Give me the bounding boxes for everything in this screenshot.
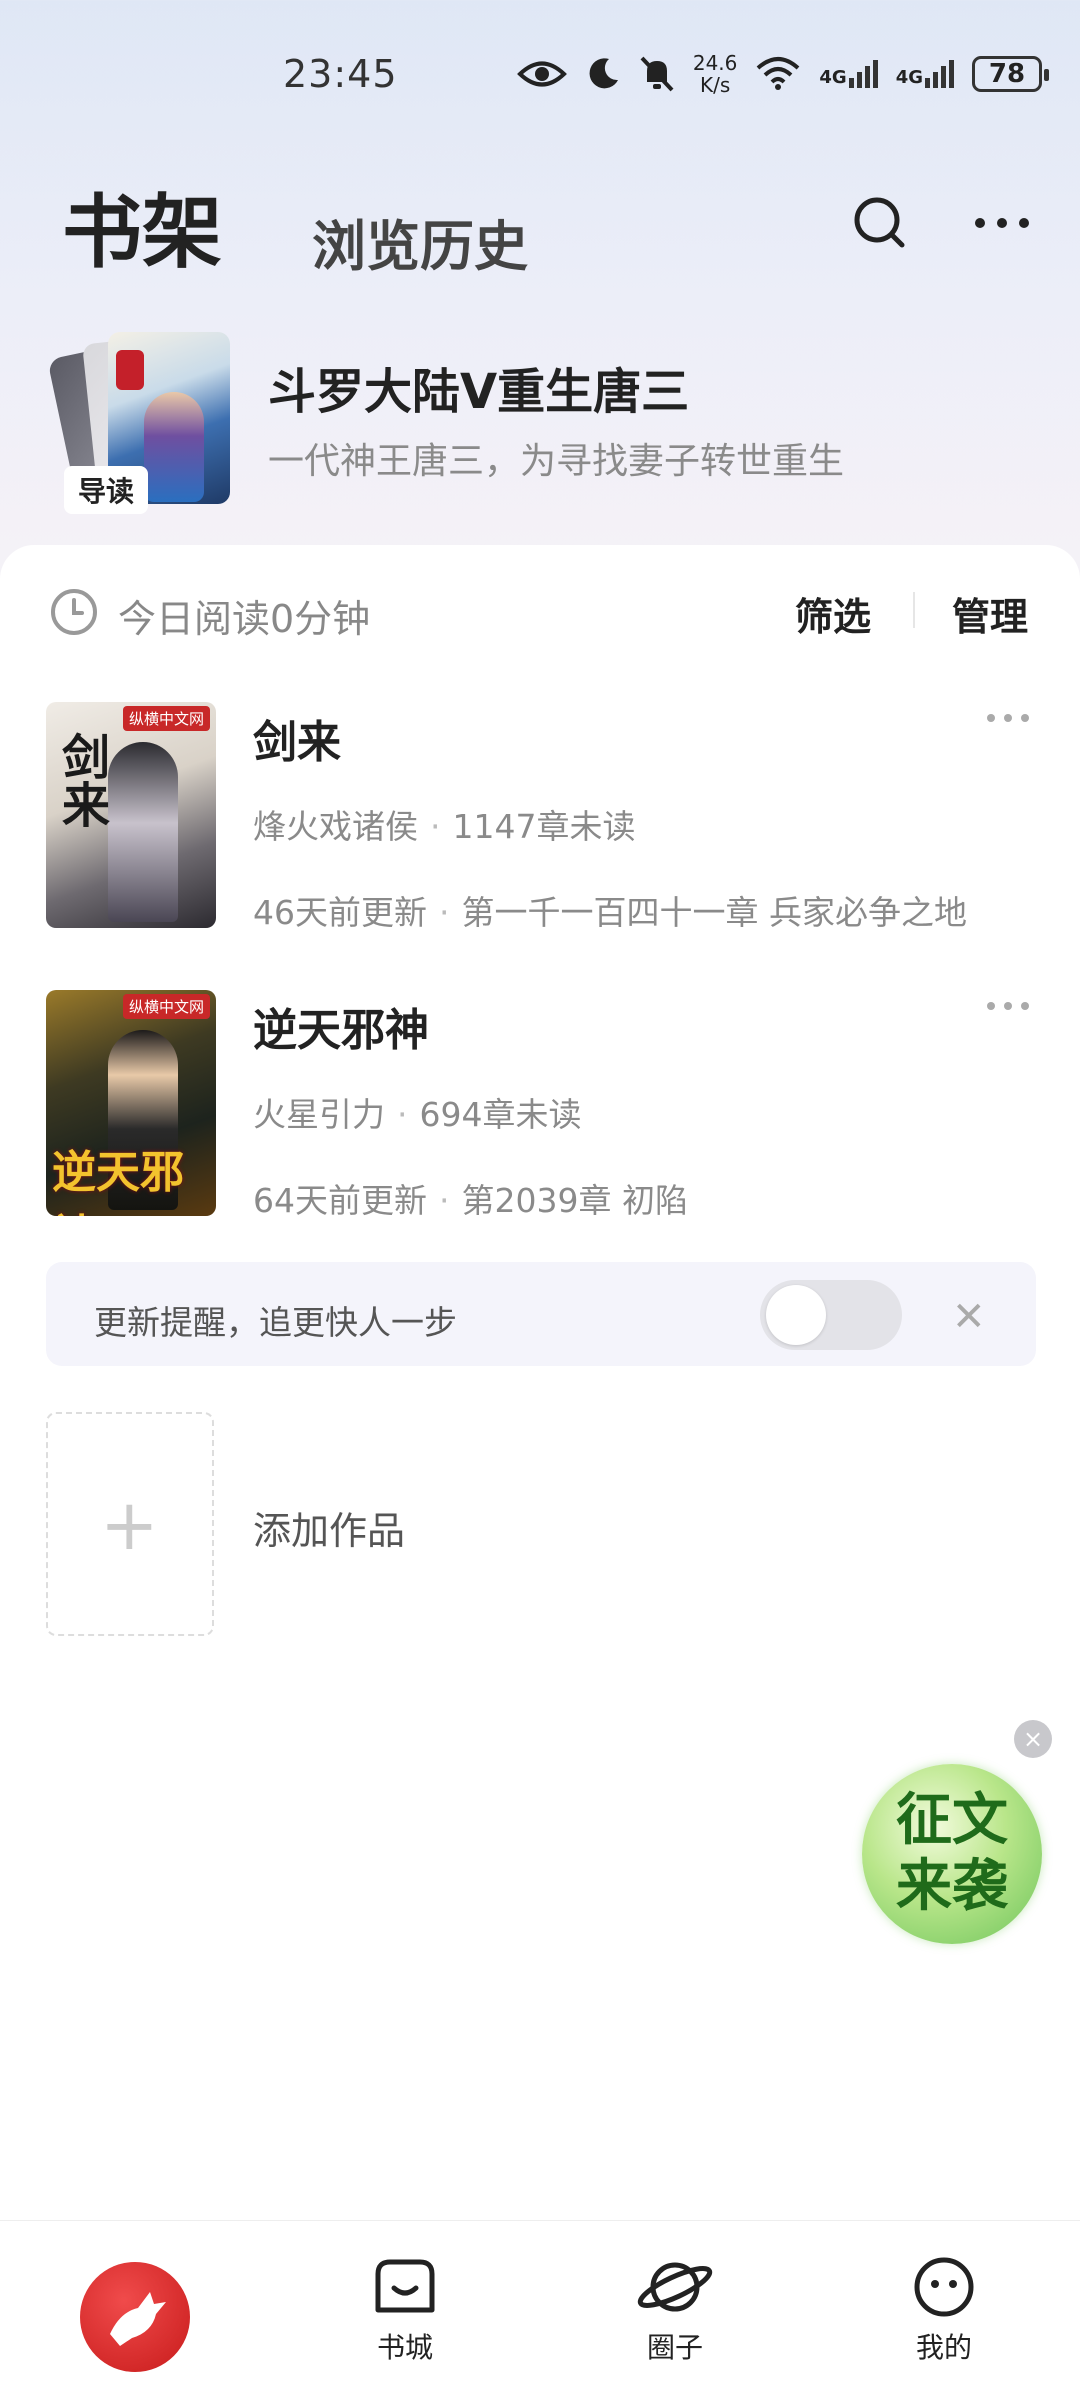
unread-count: 1147章未读 xyxy=(452,807,636,846)
separator-dot: · xyxy=(430,807,441,846)
separator-dot: · xyxy=(439,1181,450,1220)
close-icon[interactable]: ✕ xyxy=(952,1294,986,1340)
nav-circle[interactable]: 圈子 xyxy=(615,2256,735,2366)
cover-figure xyxy=(108,742,178,922)
unread-count: 694章未读 xyxy=(419,1095,582,1134)
book-author-line: 火星引力 · 694章未读 xyxy=(253,1088,582,1136)
speed-unit: K/s xyxy=(699,73,731,97)
close-icon[interactable]: × xyxy=(1014,1720,1052,1758)
badge-line-2: 来袭 xyxy=(896,1854,1008,1919)
update-time: 46天前更新 xyxy=(253,893,427,932)
status-time: 23:45 xyxy=(283,52,398,96)
badge-line-1: 征文 xyxy=(896,1788,1008,1853)
book-update-line: 46天前更新 · 第一千一百四十一章 兵家必争之地 xyxy=(253,886,967,934)
battery-indicator: 78 xyxy=(972,56,1049,92)
cover-publisher-logo: 纵横中文网 xyxy=(122,706,210,731)
search-icon[interactable] xyxy=(852,195,908,251)
speed-value: 24.6 xyxy=(692,51,738,75)
signal-bars-icon xyxy=(925,60,954,88)
status-icons: 24.6 K/s 4G 4G 78 xyxy=(516,52,1049,96)
contest-floating-badge[interactable]: 征文 来袭 xyxy=(862,1764,1042,1944)
toolbar-divider xyxy=(913,592,915,628)
separator-dot: · xyxy=(439,893,450,932)
cover-emblem xyxy=(116,350,144,390)
eye-icon xyxy=(516,61,567,87)
signal-bars-icon xyxy=(848,60,878,88)
book-author: 烽火戏诸侯 xyxy=(253,807,418,846)
nav-mine[interactable]: 我的 xyxy=(884,2256,1004,2366)
cover-title-art: 逆天邪神 xyxy=(52,1147,184,1216)
horse-logo-icon xyxy=(110,2292,166,2346)
mute-bell-icon xyxy=(640,56,674,92)
nav-label: 书城 xyxy=(376,2331,433,2364)
tab-browse-history[interactable]: 浏览历史 xyxy=(312,202,528,281)
book-more-icon[interactable] xyxy=(985,1000,1031,1012)
book-title[interactable]: 逆天邪神 xyxy=(253,994,429,1058)
book-title[interactable]: 剑来 xyxy=(253,706,341,770)
reminder-text: 更新提醒，追更快人一步 xyxy=(94,1303,457,1342)
toggle-knob xyxy=(766,1285,826,1345)
face-icon xyxy=(914,2257,974,2317)
separator-dot: · xyxy=(397,1095,408,1134)
network-speed: 24.6 K/s xyxy=(693,52,738,96)
wifi-icon xyxy=(757,57,800,90)
planet-icon xyxy=(637,2262,713,2312)
latest-chapter: 第2039章 初陷 xyxy=(461,1181,688,1220)
reminder-toggle[interactable] xyxy=(760,1280,902,1350)
update-time: 64天前更新 xyxy=(253,1181,427,1220)
book-author: 火星引力 xyxy=(253,1095,385,1134)
moon-icon xyxy=(589,58,618,89)
recommended-description: 一代神王唐三，为寻找妻子转世重生 xyxy=(268,441,845,482)
book-more-icon[interactable] xyxy=(985,712,1031,724)
page-title[interactable]: 书架 xyxy=(62,168,222,284)
add-book-label[interactable]: 添加作品 xyxy=(253,1500,405,1555)
cover-title-art: 剑来 xyxy=(53,732,109,828)
guide-badge: 导读 xyxy=(64,466,149,514)
nav-bookstore[interactable]: 书城 xyxy=(345,2256,465,2366)
cover-publisher-logo: 纵横中文网 xyxy=(122,994,210,1019)
bookstore-icon xyxy=(375,2259,435,2313)
plus-icon: + xyxy=(100,1484,159,1566)
manage-button[interactable]: 管理 xyxy=(952,586,1028,641)
book-cover[interactable]: 剑来 纵横中文网 xyxy=(46,702,216,928)
today-reading-time: 今日阅读0分钟 xyxy=(118,597,371,641)
app-logo-button[interactable] xyxy=(80,2262,190,2372)
signal-1: 4G xyxy=(819,60,878,88)
recommended-title[interactable]: 斗罗大陆V重生唐三 xyxy=(268,352,689,422)
book-cover[interactable]: 逆天邪神 纵横中文网 xyxy=(46,990,216,1216)
contest-badge-text: 征文 来袭 xyxy=(862,1788,1042,1920)
book-author-line: 烽火戏诸侯 · 1147章未读 xyxy=(253,800,635,848)
signal-2: 4G xyxy=(896,60,954,88)
filter-button[interactable]: 筛选 xyxy=(795,586,871,641)
nav-label: 我的 xyxy=(915,2331,972,2364)
signal-1-label: 4G xyxy=(819,67,847,88)
cover-figure xyxy=(144,392,204,502)
book-update-line: 64天前更新 · 第2039章 初陷 xyxy=(253,1174,688,1222)
clock-icon xyxy=(51,589,97,635)
nav-label: 圈子 xyxy=(646,2331,703,2364)
more-icon[interactable] xyxy=(972,215,1032,231)
latest-chapter: 第一千一百四十一章 兵家必争之地 xyxy=(461,893,968,932)
signal-2-label: 4G xyxy=(895,67,923,88)
